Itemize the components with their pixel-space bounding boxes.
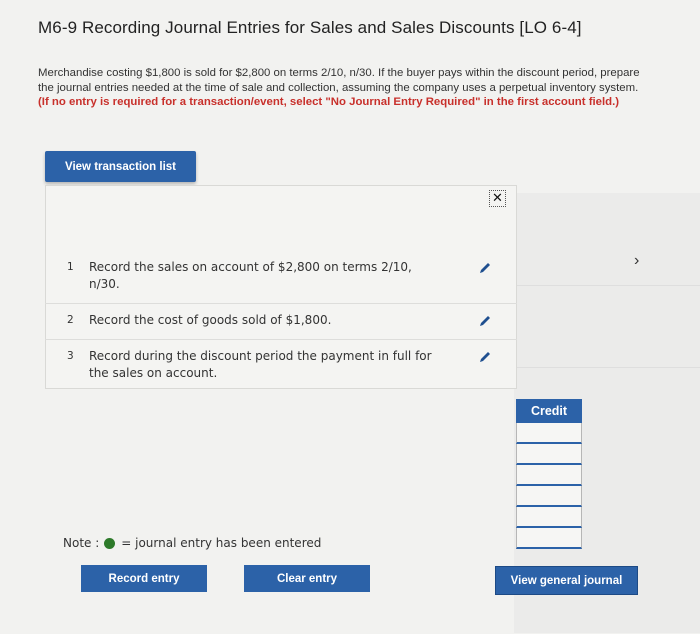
transaction-text: Record during the discount period the pa…: [89, 349, 432, 380]
credit-column-header: Credit: [516, 399, 582, 423]
credit-input[interactable]: [516, 465, 582, 486]
credit-input[interactable]: [516, 528, 582, 549]
credit-input[interactable]: [516, 423, 582, 444]
pencil-icon[interactable]: [478, 314, 492, 328]
green-dot-icon: [104, 537, 116, 549]
transaction-text: Record the cost of goods sold of $1,800.: [89, 313, 332, 327]
transaction-text: Record the sales on account of $2,800 on…: [89, 260, 412, 291]
record-entry-button[interactable]: Record entry: [81, 565, 207, 592]
panel-divider: [514, 367, 700, 368]
page-title: M6-9 Recording Journal Entries for Sales…: [38, 18, 582, 37]
pencil-icon[interactable]: [478, 350, 492, 364]
transaction-row-3[interactable]: 3 Record during the discount period the …: [45, 339, 517, 389]
view-general-journal-button[interactable]: View general journal: [495, 566, 638, 595]
clear-entry-button[interactable]: Clear entry: [244, 565, 370, 592]
note-text: = journal entry has been entered: [121, 536, 322, 550]
chevron-right-icon[interactable]: ›: [634, 252, 639, 270]
transaction-number: 1: [67, 261, 74, 273]
view-transaction-list-button[interactable]: View transaction list: [45, 151, 196, 182]
instructions: Merchandise costing $1,800 is sold for $…: [38, 66, 644, 110]
transaction-row-1[interactable]: 1 Record the sales on account of $2,800 …: [45, 259, 517, 303]
transaction-row-2[interactable]: 2 Record the cost of goods sold of $1,80…: [45, 303, 517, 339]
close-icon[interactable]: ✕: [489, 190, 506, 207]
credit-input[interactable]: [516, 486, 582, 507]
instructions-emphasis: (If no entry is required for a transacti…: [38, 96, 620, 109]
credit-column: [516, 423, 582, 549]
pencil-icon[interactable]: [478, 261, 492, 275]
transaction-number: 3: [67, 350, 74, 362]
credit-input[interactable]: [516, 507, 582, 528]
credit-input[interactable]: [516, 444, 582, 465]
note-label: Note :: [63, 536, 100, 550]
panel-divider: [514, 285, 700, 286]
note-legend: Note : = journal entry has been entered: [63, 536, 321, 550]
instructions-body: Merchandise costing $1,800 is sold for $…: [38, 67, 640, 94]
transaction-number: 2: [67, 314, 74, 326]
